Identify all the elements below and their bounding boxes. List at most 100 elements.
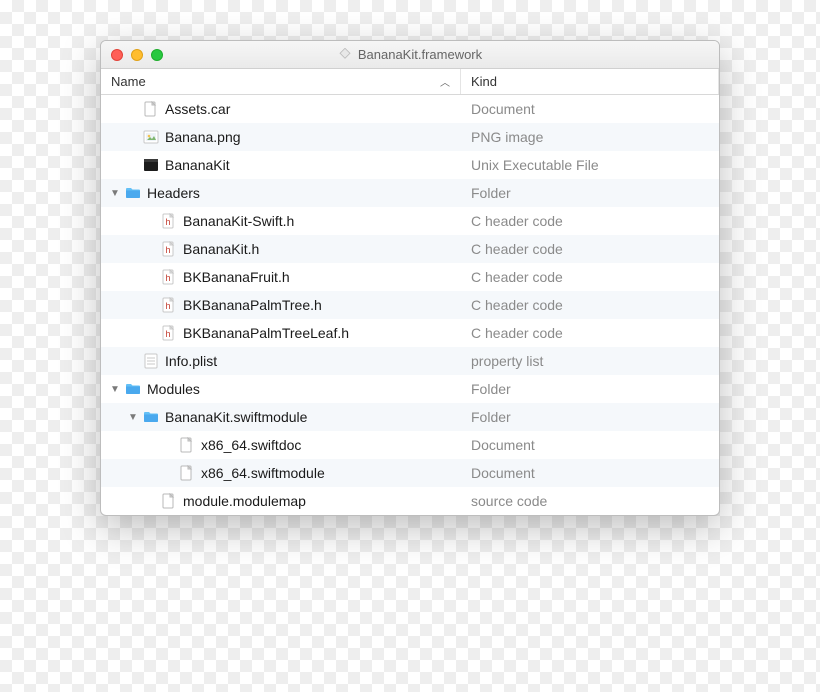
file-name-cell: Info.plist: [101, 353, 461, 369]
disclosure-none: [145, 215, 157, 227]
file-kind-cell: Folder: [461, 381, 719, 397]
file-name-cell: ▼ BananaKit.swiftmodule: [101, 409, 461, 425]
file-kind-cell: PNG image: [461, 129, 719, 145]
disclosure-none: [145, 327, 157, 339]
file-row[interactable]: BKBananaFruit.h C header code: [101, 263, 719, 291]
sort-ascending-icon: ︿: [440, 74, 450, 89]
file-kind-cell: Folder: [461, 409, 719, 425]
file-kind-label: Folder: [471, 409, 511, 425]
framework-icon: [338, 48, 352, 62]
file-name-cell: Banana.png: [101, 129, 461, 145]
file-name-label: BKBananaPalmTreeLeaf.h: [183, 325, 349, 341]
file-name-cell: x86_64.swiftmodule: [101, 465, 461, 481]
doc-icon: [161, 493, 177, 509]
file-row[interactable]: module.modulemap source code: [101, 487, 719, 515]
file-kind-cell: C header code: [461, 325, 719, 341]
file-row[interactable]: x86_64.swiftdoc Document: [101, 431, 719, 459]
file-row[interactable]: ▼ BananaKit.swiftmodule Folder: [101, 403, 719, 431]
file-kind-label: Document: [471, 101, 535, 117]
file-row[interactable]: ▼ Modules Folder: [101, 375, 719, 403]
file-kind-cell: source code: [461, 493, 719, 509]
zoom-button[interactable]: [151, 49, 163, 61]
header-icon: [161, 241, 177, 257]
file-name-label: Banana.png: [165, 129, 241, 145]
file-kind-label: Folder: [471, 185, 511, 201]
disclosure-none: [163, 467, 175, 479]
column-headers: Name ︿ Kind: [101, 69, 719, 95]
file-name-label: Modules: [147, 381, 200, 397]
doc-icon: [179, 437, 195, 453]
disclosure-none: [145, 271, 157, 283]
file-name-label: x86_64.swiftdoc: [201, 437, 301, 453]
header-icon: [161, 325, 177, 341]
file-kind-cell: Folder: [461, 185, 719, 201]
file-row[interactable]: BananaKit-Swift.h C header code: [101, 207, 719, 235]
file-kind-label: C header code: [471, 297, 563, 313]
doc-icon: [143, 101, 159, 117]
close-button[interactable]: [111, 49, 123, 61]
file-name-label: module.modulemap: [183, 493, 306, 509]
minimize-button[interactable]: [131, 49, 143, 61]
file-name-label: BananaKit: [165, 157, 230, 173]
disclosure-open-icon[interactable]: ▼: [109, 383, 121, 395]
file-name-label: BananaKit.h: [183, 241, 259, 257]
file-name-cell: ▼ Headers: [101, 185, 461, 201]
file-name-cell: BananaKit-Swift.h: [101, 213, 461, 229]
file-name-label: BKBananaFruit.h: [183, 269, 290, 285]
file-kind-label: PNG image: [471, 129, 543, 145]
file-row[interactable]: Info.plist property list: [101, 347, 719, 375]
disclosure-none: [127, 103, 139, 115]
file-kind-cell: property list: [461, 353, 719, 369]
window-title: BananaKit.framework: [101, 47, 719, 62]
folder-icon: [125, 185, 141, 201]
header-icon: [161, 269, 177, 285]
file-name-cell: x86_64.swiftdoc: [101, 437, 461, 453]
file-name-cell: module.modulemap: [101, 493, 461, 509]
file-name-cell: BKBananaPalmTree.h: [101, 297, 461, 313]
file-row[interactable]: BKBananaPalmTreeLeaf.h C header code: [101, 319, 719, 347]
file-row[interactable]: BananaKitUnix Executable File: [101, 151, 719, 179]
file-name-label: BananaKit.swiftmodule: [165, 409, 307, 425]
file-name-label: Headers: [147, 185, 200, 201]
disclosure-none: [145, 299, 157, 311]
titlebar[interactable]: BananaKit.framework: [101, 41, 719, 69]
file-kind-label: C header code: [471, 213, 563, 229]
disclosure-none: [127, 355, 139, 367]
file-kind-cell: C header code: [461, 241, 719, 257]
file-row[interactable]: ▼ Headers Folder: [101, 179, 719, 207]
file-list: Assets.carDocumentBanana.pngPNG imageBan…: [101, 95, 719, 515]
file-name-cell: BKBananaFruit.h: [101, 269, 461, 285]
disclosure-open-icon[interactable]: ▼: [109, 187, 121, 199]
png-icon: [143, 129, 159, 145]
folder-icon: [143, 409, 159, 425]
doc-icon: [179, 465, 195, 481]
column-header-name[interactable]: Name ︿: [101, 69, 461, 94]
file-kind-label: Document: [471, 437, 535, 453]
file-kind-cell: C header code: [461, 213, 719, 229]
file-row[interactable]: BananaKit.h C header code: [101, 235, 719, 263]
finder-window: BananaKit.framework Name ︿ Kind Assets.c…: [100, 40, 720, 516]
disclosure-none: [127, 131, 139, 143]
file-row[interactable]: x86_64.swiftmoduleDocument: [101, 459, 719, 487]
disclosure-none: [127, 159, 139, 171]
file-row[interactable]: BKBananaPalmTree.h C header code: [101, 291, 719, 319]
disclosure-none: [145, 495, 157, 507]
file-name-cell: Assets.car: [101, 101, 461, 117]
file-kind-label: C header code: [471, 325, 563, 341]
file-row[interactable]: Banana.png PNG image: [101, 123, 719, 151]
disclosure-none: [145, 243, 157, 255]
file-name-cell: BKBananaPalmTreeLeaf.h: [101, 325, 461, 341]
disclosure-open-icon[interactable]: ▼: [127, 411, 139, 423]
plist-icon: [143, 353, 159, 369]
header-icon: [161, 297, 177, 313]
file-name-label: Assets.car: [165, 101, 230, 117]
header-icon: [161, 213, 177, 229]
file-kind-label: C header code: [471, 269, 563, 285]
column-header-kind[interactable]: Kind: [461, 69, 719, 94]
file-kind-cell: C header code: [461, 297, 719, 313]
file-kind-cell: Document: [461, 101, 719, 117]
file-name-cell: BananaKit.h: [101, 241, 461, 257]
file-kind-label: property list: [471, 353, 543, 369]
file-row[interactable]: Assets.car Document: [101, 95, 719, 123]
window-title-text: BananaKit.framework: [358, 47, 482, 62]
